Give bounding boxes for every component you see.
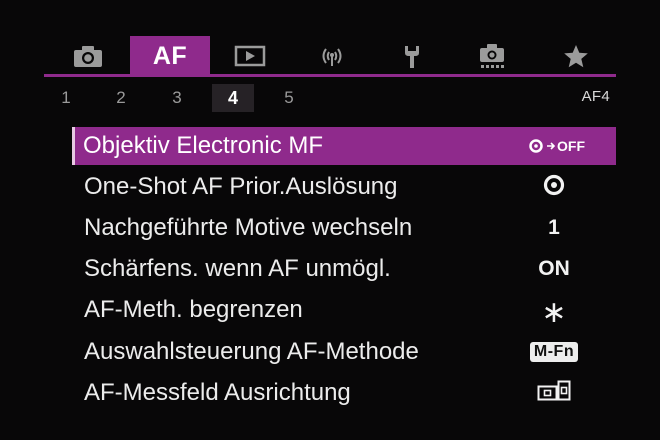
page-tab-1-label: 1 [61,88,71,107]
menu-tab-bar: AF [50,36,615,76]
page-tab-2-label: 2 [116,88,126,107]
page-tab-4[interactable]: 4 [212,84,254,112]
menu-item-label: Schärfens. wenn AF unmögl. [84,255,391,282]
page-tab-1[interactable]: 1 [56,84,76,112]
page-indicator: AF4 [581,88,610,105]
tab-wireless[interactable] [312,36,352,76]
camera-icon [72,44,104,68]
tab-af[interactable]: AF [130,36,210,76]
custom-camera-icon [476,42,508,70]
menu-item-value-text: 1 [548,216,560,239]
menu-item-value: ON [522,250,586,288]
wireless-icon [316,44,348,68]
asterisk-icon: ∗ [541,296,567,329]
page-tab-5[interactable]: 5 [278,84,300,112]
tab-af-label: AF [152,41,188,70]
camera-menu-screen: AF 1 2 3 4 5 AF4 Objektiv Electronic MF … [0,0,660,440]
menu-item-value: 1 [522,209,586,247]
page-tab-2[interactable]: 2 [110,84,132,112]
page-tab-4-label: 4 [227,87,238,108]
menu-item-label: Auswahlsteuerung AF-Methode [84,338,419,365]
menu-item-value-text: OFF [557,138,585,154]
menu-item-value: ∗ [522,291,586,329]
tab-setup[interactable] [392,36,432,76]
menu-item-auswahlsteuerung-af-methode[interactable]: Auswahlsteuerung AF-Methode M-Fn [74,333,614,371]
tab-bar-divider [44,74,616,77]
menu-item-value [522,168,586,206]
page-tab-3[interactable]: 3 [166,84,188,112]
menu-item-label: Nachgeführte Motive wechseln [84,214,413,241]
tab-custom[interactable] [472,36,512,76]
menu-item-schaerfens-wenn-af-unmoegl[interactable]: Schärfens. wenn AF unmögl. ON [74,250,614,288]
tab-playback[interactable] [230,36,270,76]
mfn-button-badge: M-Fn [529,342,579,362]
menu-item-objektiv-electronic-mf[interactable]: Objektiv Electronic MF OFF [72,127,616,165]
playback-icon [234,44,266,68]
menu-item-label: AF-Meth. begrenzen [84,296,303,323]
menu-item-label: AF-Messfeld Ausrichtung [84,379,351,406]
lens-electronic-mf-icon: OFF [529,138,585,154]
menu-item-value: M-Fn [522,333,586,371]
menu-item-nachgefuehrte-motive[interactable]: Nachgeführte Motive wechseln 1 [74,209,614,247]
menu-item-af-meth-begrenzen[interactable]: AF-Meth. begrenzen ∗ [74,291,614,329]
page-tab-3-label: 3 [172,88,182,107]
menu-item-one-shot-af-prior[interactable]: One-Shot AF Prior.Auslösung [74,168,614,206]
tab-my-menu[interactable] [556,36,596,76]
focus-priority-icon [542,173,566,202]
tab-shooting[interactable] [68,36,108,76]
af-point-orientation-icon [537,380,571,407]
menu-item-value-text: ON [538,257,570,280]
menu-item-af-messfeld-ausrichtung[interactable]: AF-Messfeld Ausrichtung [74,374,614,412]
menu-item-label: Objektiv Electronic MF [83,132,324,159]
page-tab-5-label: 5 [284,88,294,107]
menu-item-value [522,374,586,412]
menu-item-value: OFF [525,127,589,165]
wrench-icon [396,43,428,69]
menu-item-label: One-Shot AF Prior.Auslösung [84,173,398,200]
star-icon [562,43,590,69]
